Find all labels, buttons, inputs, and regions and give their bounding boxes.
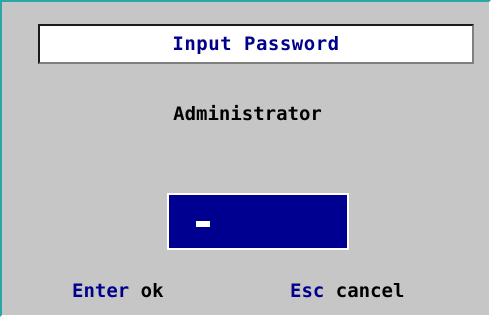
esc-cancel-hint[interactable]: Esc cancel bbox=[290, 280, 404, 302]
ok-action-label: ok bbox=[140, 280, 164, 302]
dialog-title-box: Input Password bbox=[38, 24, 474, 64]
dialog-title: Input Password bbox=[172, 33, 340, 55]
enter-key-label: Enter bbox=[72, 280, 130, 302]
enter-ok-hint[interactable]: Enter ok bbox=[72, 280, 164, 302]
password-input[interactable] bbox=[167, 193, 349, 250]
text-cursor bbox=[196, 221, 210, 227]
esc-key-label: Esc bbox=[290, 280, 325, 302]
password-dialog: Input Password Administrator Enter ok Es… bbox=[0, 0, 491, 317]
cancel-action-label: cancel bbox=[335, 280, 405, 302]
user-name-label: Administrator bbox=[173, 103, 322, 125]
